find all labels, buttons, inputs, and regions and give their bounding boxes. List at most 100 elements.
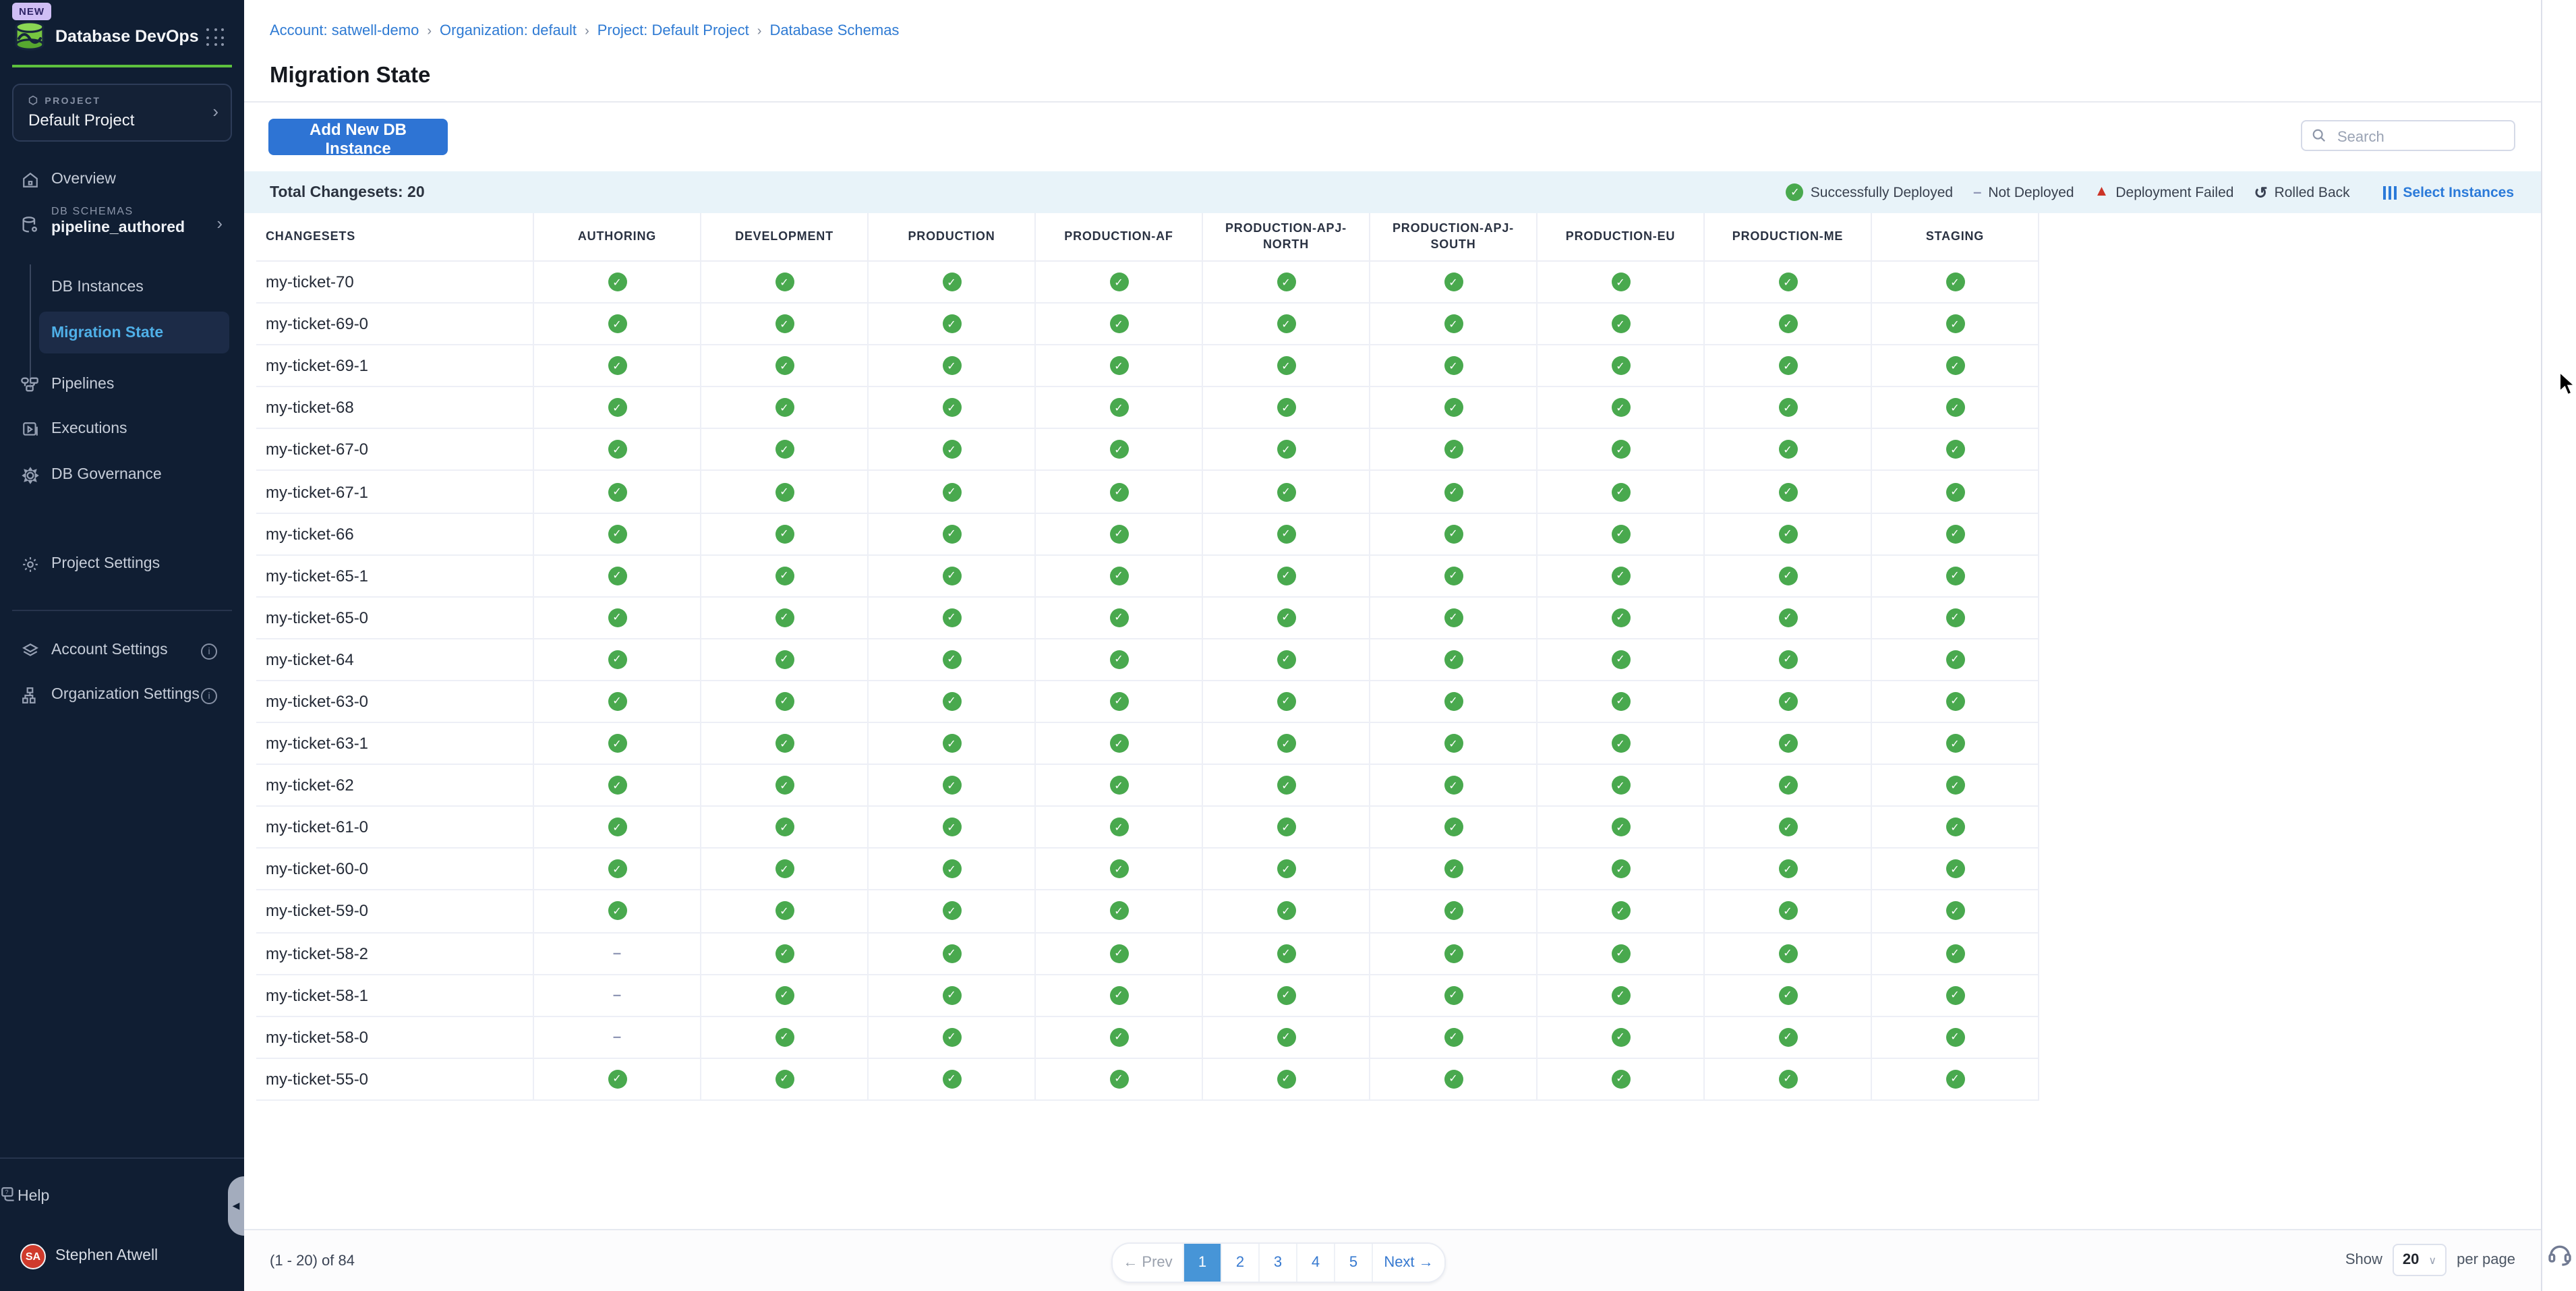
- breadcrumb-link[interactable]: Project: Default Project: [597, 23, 749, 39]
- status-cell: ✓: [1370, 723, 1538, 764]
- page-button-4[interactable]: 4: [1296, 1244, 1334, 1282]
- status-cell: ✓: [1203, 262, 1370, 302]
- page-size-select[interactable]: 20 ∨: [2393, 1244, 2446, 1276]
- page-button-5[interactable]: 5: [1334, 1244, 1372, 1282]
- success-check-icon: ✓: [1778, 482, 1797, 501]
- status-cell: ✓: [1705, 765, 1872, 805]
- status-cell: ✓: [1872, 849, 2039, 890]
- project-selector[interactable]: ⬡PROJECT Default Project ›: [12, 84, 232, 142]
- breadcrumb-link[interactable]: Database Schemas: [769, 23, 899, 39]
- success-check-icon: ✓: [1109, 608, 1128, 627]
- status-cell: ✓: [1872, 975, 2039, 1015]
- sidebar-item-project-settings[interactable]: Project Settings: [0, 546, 244, 581]
- status-cell: ✓: [1370, 430, 1538, 470]
- success-check-icon: ✓: [1444, 985, 1463, 1004]
- sidebar-item-label: Project Settings: [51, 556, 160, 572]
- success-check-icon: ✓: [1277, 985, 1295, 1004]
- success-check-icon: ✓: [775, 902, 794, 921]
- status-cell: ✓: [1370, 598, 1538, 638]
- status-cell: ✓: [869, 555, 1036, 596]
- legend-label: Successfully Deployed: [1811, 184, 1953, 200]
- success-check-icon: ✓: [1444, 692, 1463, 711]
- status-cell: ✓: [1370, 1059, 1538, 1099]
- status-cell: ✓: [1370, 975, 1538, 1015]
- sidebar-item-pipelines[interactable]: Pipelines: [0, 367, 244, 402]
- success-check-icon: ✓: [1611, 566, 1630, 585]
- changeset-name: my-ticket-58-2: [256, 933, 534, 973]
- success-check-icon: ✓: [1945, 944, 1964, 963]
- success-check-icon: ✓: [1945, 650, 1964, 669]
- success-check-icon: ✓: [1109, 356, 1128, 375]
- success-check-icon: ✓: [1277, 860, 1295, 879]
- sidebar-item-label: Account Settings: [51, 642, 168, 658]
- page-button-2[interactable]: 2: [1221, 1244, 1258, 1282]
- success-check-icon: ✓: [1109, 902, 1128, 921]
- success-check-icon: ✓: [942, 272, 961, 291]
- apps-grid-icon[interactable]: [206, 28, 225, 47]
- success-check-icon: ✓: [1611, 902, 1630, 921]
- page-button-3[interactable]: 3: [1258, 1244, 1296, 1282]
- user-menu[interactable]: SA Stephen Atwell: [0, 1238, 244, 1273]
- success-check-icon: ✓: [1778, 440, 1797, 459]
- changeset-row: my-ticket-65-0✓✓✓✓✓✓✓✓✓: [256, 598, 2039, 639]
- success-check-icon: ✓: [1945, 902, 1964, 921]
- status-cell: ✓: [701, 1059, 869, 1099]
- info-icon[interactable]: i: [201, 643, 217, 660]
- sidebar-item-db-schemas[interactable]: DB SCHEMAS pipeline_authored ›: [0, 200, 244, 254]
- page-button-1[interactable]: 1: [1183, 1244, 1221, 1282]
- breadcrumb-link[interactable]: Account: satwell-demo: [270, 23, 419, 39]
- search-input[interactable]: [2335, 123, 2513, 151]
- changeset-name: my-ticket-64: [256, 639, 534, 680]
- support-headset-icon[interactable]: [2546, 1241, 2573, 1275]
- success-check-icon: ✓: [942, 482, 961, 501]
- sidebar-item-overview[interactable]: Overview: [0, 162, 244, 197]
- status-cell: ✓: [1538, 388, 1705, 428]
- column-header: PRODUCTION-ME: [1705, 213, 1872, 260]
- success-check-icon: ✓: [1277, 902, 1295, 921]
- success-check-icon: ✓: [1611, 272, 1630, 291]
- sidebar-item-help[interactable]: ? Help: [0, 1179, 244, 1214]
- success-check-icon: ✓: [1778, 272, 1797, 291]
- success-check-icon: ✓: [1109, 818, 1128, 837]
- status-cell: ✓: [1036, 723, 1203, 764]
- success-check-icon: ✓: [1277, 650, 1295, 669]
- status-cell: ✓: [1036, 891, 1203, 931]
- status-cell: ✓: [1036, 849, 1203, 890]
- legend-item: ✓Successfully Deployed: [1786, 183, 1953, 201]
- changeset-row: my-ticket-70✓✓✓✓✓✓✓✓✓: [256, 262, 2039, 304]
- prev-page-button[interactable]: ← Prev: [1113, 1244, 1183, 1282]
- breadcrumb-separator: ›: [585, 24, 589, 38]
- column-header: DEVELOPMENT: [701, 213, 869, 260]
- status-cell: ✓: [701, 891, 869, 931]
- success-check-icon: ✓: [1444, 944, 1463, 963]
- next-page-button[interactable]: Next →: [1372, 1244, 1444, 1282]
- sidebar-item-label: Migration State: [51, 324, 163, 341]
- sidebar-item-organization-settings[interactable]: Organization Settings i: [0, 677, 244, 712]
- status-cell: ✓: [869, 513, 1036, 554]
- status-cell: ✓: [1036, 555, 1203, 596]
- sidebar-item-executions[interactable]: Executions: [0, 411, 244, 447]
- sidebar-item-db-governance[interactable]: DB Governance: [0, 457, 244, 492]
- success-check-icon: ✓: [942, 399, 961, 418]
- sidebar-item-migration-state[interactable]: Migration State: [39, 312, 229, 353]
- changeset-row: my-ticket-63-1✓✓✓✓✓✓✓✓✓: [256, 723, 2039, 765]
- sidebar-collapse-handle[interactable]: ◀: [228, 1176, 244, 1236]
- status-cell: ✓: [701, 471, 869, 512]
- status-cell: ✓: [701, 262, 869, 302]
- column-header: PRODUCTION: [869, 213, 1036, 260]
- home-icon: [20, 171, 39, 188]
- changeset-name: my-ticket-67-1: [256, 471, 534, 512]
- sidebar-item-account-settings[interactable]: Account Settings i: [0, 633, 244, 668]
- breadcrumb-link[interactable]: Organization: default: [440, 23, 577, 39]
- success-check-icon: ✓: [1778, 818, 1797, 837]
- info-icon[interactable]: i: [201, 688, 217, 704]
- add-new-db-instance-button[interactable]: Add New DB Instance: [268, 119, 448, 155]
- success-check-icon: ✓: [608, 356, 626, 375]
- success-check-icon: ✓: [1611, 860, 1630, 879]
- success-check-icon: ✓: [1778, 356, 1797, 375]
- success-check-icon: ✓: [1109, 482, 1128, 501]
- select-instances-link[interactable]: Select Instances: [2384, 184, 2514, 200]
- changeset-row: my-ticket-63-0✓✓✓✓✓✓✓✓✓: [256, 681, 2039, 723]
- status-cell: ✓: [869, 765, 1036, 805]
- sidebar-item-db-instances[interactable]: DB Instances: [39, 270, 229, 305]
